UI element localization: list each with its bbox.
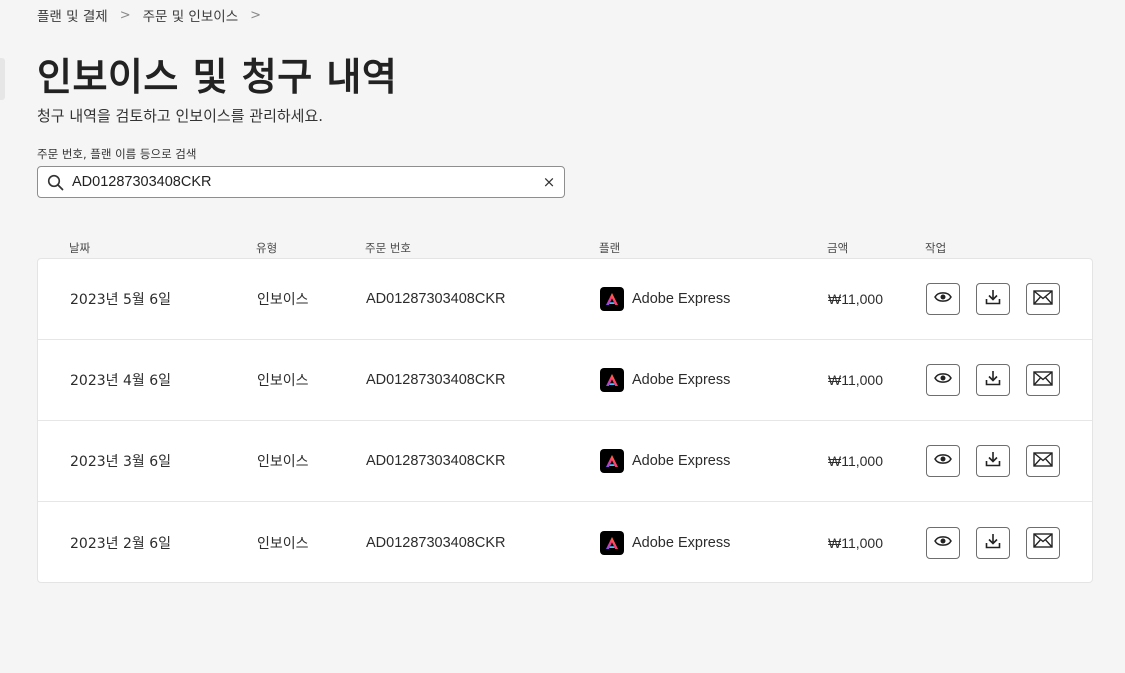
- mail-icon: [1033, 370, 1053, 390]
- plan-name: Adobe Express: [632, 372, 731, 388]
- email-invoice-button[interactable]: [1026, 445, 1060, 477]
- email-invoice-button[interactable]: [1026, 283, 1060, 315]
- table-row: 2023년 5월 6일 인보이스 AD01287303408CKR Adobe …: [38, 259, 1092, 340]
- header-amount: 금액: [827, 241, 849, 255]
- adobe-express-logo-icon: [600, 449, 624, 473]
- row-type: 인보이스: [257, 535, 309, 552]
- row-actions: [926, 502, 1060, 583]
- view-invoice-button[interactable]: [926, 364, 960, 396]
- row-type: 인보이스: [257, 454, 309, 470]
- download-invoice-button[interactable]: [976, 445, 1010, 477]
- eye-icon: [934, 453, 952, 469]
- row-actions: [926, 421, 1060, 501]
- search-icon: [38, 174, 72, 191]
- download-icon: [985, 533, 1001, 553]
- view-invoice-button[interactable]: [926, 445, 960, 477]
- header-type: 유형: [256, 241, 278, 255]
- row-type: 인보이스: [257, 373, 309, 389]
- page-subtitle: 청구 내역을 검토하고 인보이스를 관리하세요.: [37, 107, 324, 125]
- search-input[interactable]: [72, 167, 534, 197]
- chevron-right-icon: >: [119, 7, 131, 23]
- table-row: 2023년 4월 6일 인보이스 AD01287303408CKR Adobe …: [38, 340, 1092, 421]
- plan-name: Adobe Express: [632, 453, 731, 469]
- adobe-express-logo-icon: [600, 530, 624, 555]
- invoice-table: 2023년 5월 6일 인보이스 AD01287303408CKR Adobe …: [37, 258, 1093, 583]
- header-date: 날짜: [69, 241, 91, 255]
- header-plan: 플랜: [599, 241, 621, 255]
- mail-icon: [1033, 451, 1053, 471]
- email-invoice-button[interactable]: [1026, 526, 1060, 559]
- breadcrumb-orders-invoices[interactable]: 주문 및 인보이스: [143, 5, 239, 25]
- page-title: 인보이스 및 청구 내역: [37, 55, 398, 99]
- download-invoice-button[interactable]: [976, 526, 1010, 559]
- breadcrumb-plans-billing[interactable]: 플랜 및 결제: [37, 5, 108, 25]
- download-icon: [985, 370, 1001, 390]
- row-order-number: AD01287303408CKR: [366, 291, 506, 307]
- adobe-express-logo-icon: [600, 368, 624, 392]
- adobe-express-logo-icon: [600, 287, 624, 311]
- header-actions: 작업: [925, 241, 947, 255]
- table-header: 날짜 유형 주문 번호 플랜 금액 작업: [37, 240, 1093, 258]
- side-panel-handle[interactable]: [0, 58, 5, 100]
- row-order-number: AD01287303408CKR: [366, 453, 506, 469]
- row-order-number: AD01287303408CKR: [366, 372, 506, 388]
- eye-icon: [934, 535, 952, 551]
- search-label: 주문 번호, 플랜 이름 등으로 검색: [37, 147, 197, 161]
- table-row: 2023년 2월 6일 인보이스 AD01287303408CKR Adobe …: [38, 502, 1092, 583]
- mail-icon: [1033, 533, 1053, 552]
- chevron-right-icon: >: [250, 7, 262, 23]
- row-amount: ₩11,000: [828, 534, 883, 551]
- table-row: 2023년 3월 6일 인보이스 AD01287303408CKR Adobe …: [38, 421, 1092, 502]
- mail-icon: [1033, 289, 1053, 309]
- view-invoice-button[interactable]: [926, 283, 960, 315]
- eye-icon: [934, 372, 952, 388]
- row-date: 2023년 5월 6일: [70, 292, 171, 308]
- row-order-number: AD01287303408CKR: [366, 534, 506, 551]
- row-actions: [926, 259, 1060, 339]
- download-icon: [985, 289, 1001, 309]
- view-invoice-button[interactable]: [926, 526, 960, 559]
- plan-name: Adobe Express: [632, 291, 731, 307]
- row-plan: Adobe Express: [600, 421, 730, 501]
- email-invoice-button[interactable]: [1026, 364, 1060, 396]
- row-amount: ₩11,000: [828, 453, 883, 469]
- eye-icon: [934, 291, 952, 307]
- download-icon: [985, 451, 1001, 471]
- download-invoice-button[interactable]: [976, 283, 1010, 315]
- row-amount: ₩11,000: [828, 372, 883, 388]
- clear-search-button[interactable]: ×: [534, 167, 564, 197]
- row-date: 2023년 2월 6일: [70, 535, 171, 552]
- row-type: 인보이스: [257, 292, 309, 308]
- row-date: 2023년 4월 6일: [70, 373, 171, 389]
- row-plan: Adobe Express: [600, 340, 730, 420]
- row-date: 2023년 3월 6일: [70, 454, 171, 470]
- row-plan: Adobe Express: [600, 502, 730, 583]
- plan-name: Adobe Express: [632, 534, 731, 551]
- breadcrumb: 플랜 및 결제 > 주문 및 인보이스 >: [37, 5, 273, 26]
- row-plan: Adobe Express: [600, 259, 730, 339]
- header-order-number: 주문 번호: [365, 241, 411, 255]
- search-field[interactable]: ×: [37, 166, 565, 198]
- row-actions: [926, 340, 1060, 420]
- row-amount: ₩11,000: [828, 291, 883, 307]
- download-invoice-button[interactable]: [976, 364, 1010, 396]
